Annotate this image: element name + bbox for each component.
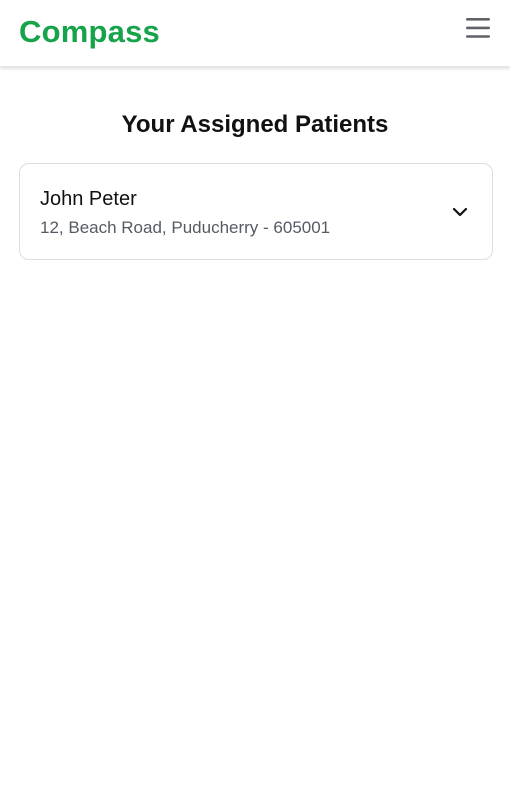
app-root: Compass Your Assigned Patients John Pete…: [0, 0, 510, 790]
patient-name: John Peter: [40, 188, 137, 210]
hamburger-menu-icon: [466, 18, 490, 38]
expand-toggle[interactable]: [450, 202, 470, 222]
menu-button[interactable]: [460, 12, 496, 44]
patient-card[interactable]: John Peter 12, Beach Road, Puducherry - …: [19, 163, 493, 260]
page-title: Your Assigned Patients: [121, 111, 389, 138]
top-navbar: Compass: [0, 0, 510, 67]
brand-logo-text[interactable]: Compass: [19, 13, 160, 51]
chevron-down-icon: [452, 207, 468, 217]
patient-address: 12, Beach Road, Puducherry - 605001: [40, 218, 331, 237]
